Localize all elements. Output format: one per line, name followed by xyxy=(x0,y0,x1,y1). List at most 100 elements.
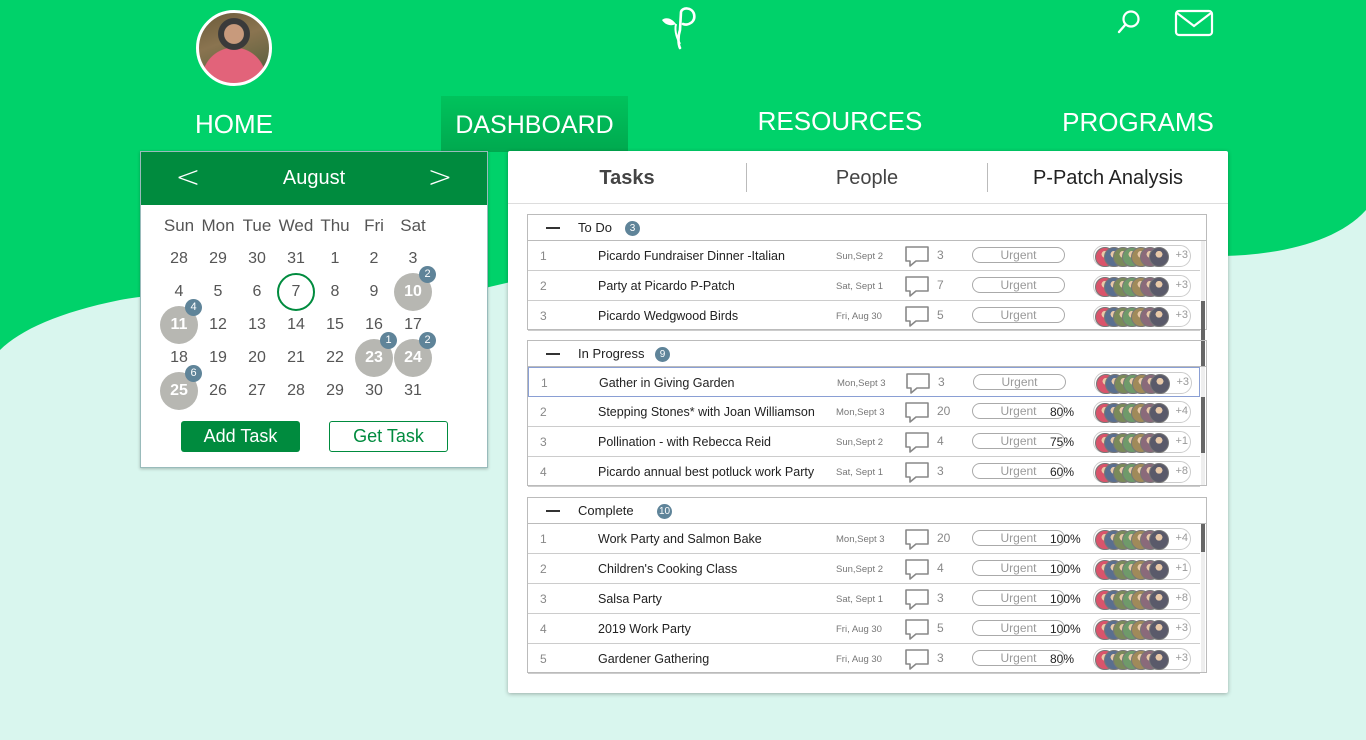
mail-icon[interactable] xyxy=(1174,9,1214,37)
comment-icon[interactable] xyxy=(905,372,931,396)
task-name[interactable]: Picardo Wedgwood Birds xyxy=(598,309,738,323)
search-icon[interactable] xyxy=(1115,8,1143,36)
calendar-day[interactable]: 26 xyxy=(199,372,237,410)
calendar-day-number: 29 xyxy=(209,250,227,267)
task-date: Sat, Sept 1 xyxy=(836,594,884,605)
sprout-p-logo[interactable] xyxy=(656,4,702,50)
task-row[interactable]: 4 2019 Work Party Fri, Aug 30 5 Urgent 100% +3 xyxy=(528,614,1200,644)
nav-home[interactable]: HOME xyxy=(170,96,298,152)
calendar-day[interactable]: 31 xyxy=(394,372,432,410)
task-name[interactable]: Picardo annual best potluck work Party xyxy=(598,465,814,479)
prev-month-button[interactable]: < xyxy=(168,158,208,198)
member-avatars[interactable]: +3 xyxy=(1093,648,1191,670)
scrollbar-thumb[interactable] xyxy=(1201,397,1205,453)
next-month-button[interactable]: > xyxy=(420,158,460,198)
weekday-label: Tue xyxy=(242,216,272,235)
tab-people[interactable]: People xyxy=(747,151,987,203)
comment-icon[interactable] xyxy=(904,558,930,582)
calendar-day-number: 22 xyxy=(326,349,344,366)
progress-percent: 100% xyxy=(1050,592,1081,606)
scrollbar-thumb[interactable] xyxy=(1201,524,1205,552)
comment-icon[interactable] xyxy=(904,528,930,552)
calendar-day-number: 13 xyxy=(248,316,266,333)
task-row[interactable]: 3 Salsa Party Sat, Sept 1 3 Urgent 100% +8 xyxy=(528,584,1200,614)
member-avatars[interactable]: +8 xyxy=(1093,588,1191,610)
task-row[interactable]: 2 Children's Cooking Class Sun,Sept 2 4 Urge… xyxy=(528,554,1200,584)
comment-icon[interactable] xyxy=(904,588,930,612)
nav-programs[interactable]: PROGRAMS xyxy=(1058,96,1218,152)
group-count-badge: 10 xyxy=(657,504,672,519)
task-name[interactable]: Party at Picardo P-Patch xyxy=(598,279,735,293)
collapse-icon[interactable] xyxy=(546,227,560,229)
urgent-tag[interactable]: Urgent xyxy=(972,277,1065,293)
task-row[interactable]: 1 Gather in Giving Garden Mon,Sept 3 3 Urgen… xyxy=(528,367,1200,397)
task-name[interactable]: Gardener Gathering xyxy=(598,652,709,666)
collapse-icon[interactable] xyxy=(546,353,560,355)
nav-resources[interactable]: RESOURCES xyxy=(750,96,930,152)
task-row[interactable]: 3 Picardo Wedgwood Birds Fri, Aug 30 5 Urgen… xyxy=(528,301,1200,331)
member-avatars[interactable]: +3 xyxy=(1093,275,1191,297)
progress-percent: 100% xyxy=(1050,532,1081,546)
comment-icon[interactable] xyxy=(904,275,930,299)
member-avatar xyxy=(1149,433,1169,453)
task-row[interactable]: 5 Gardener Gathering Fri, Aug 30 3 Urgent 80%… xyxy=(528,644,1200,674)
task-row[interactable]: 2 Stepping Stones* with Joan Williamson Mo… xyxy=(528,397,1200,427)
urgent-tag[interactable]: Urgent xyxy=(972,247,1065,263)
user-avatar[interactable] xyxy=(196,10,272,86)
comment-icon[interactable] xyxy=(904,648,930,672)
calendar-day[interactable]: 30 xyxy=(355,372,393,410)
member-avatars[interactable]: +3 xyxy=(1093,618,1191,640)
task-date: Fri, Aug 30 xyxy=(836,654,882,665)
task-date: Fri, Aug 30 xyxy=(836,311,882,322)
member-avatars[interactable]: +3 xyxy=(1094,372,1192,394)
member-avatars[interactable]: +8 xyxy=(1093,461,1191,483)
calendar-day-number: 1 xyxy=(330,250,340,267)
task-name[interactable]: 2019 Work Party xyxy=(598,622,691,636)
comment-count: 5 xyxy=(937,621,944,635)
task-row[interactable]: 4 Picardo annual best potluck work Party S… xyxy=(528,457,1200,487)
member-avatars[interactable]: +1 xyxy=(1093,558,1191,580)
task-name[interactable]: Stepping Stones* with Joan Williamson xyxy=(598,405,815,419)
comment-icon[interactable] xyxy=(904,618,930,642)
calendar-day[interactable]: 25 6 xyxy=(160,365,202,410)
member-avatars[interactable]: +3 xyxy=(1093,305,1191,327)
more-members-count: +3 xyxy=(1175,249,1188,261)
nav-dashboard[interactable]: DASHBOARD xyxy=(441,96,628,152)
member-avatars[interactable]: +4 xyxy=(1093,401,1191,423)
task-row[interactable]: 3 Pollination - with Rebecca Reid Sun,Sept… xyxy=(528,427,1200,457)
add-task-button[interactable]: Add Task xyxy=(181,421,300,452)
comment-icon[interactable] xyxy=(904,245,930,269)
task-name[interactable]: Picardo Fundraiser Dinner -Italian xyxy=(598,249,785,263)
task-row[interactable]: 2 Party at Picardo P-Patch Sat, Sept 1 7 Urg… xyxy=(528,271,1200,301)
urgent-tag[interactable]: Urgent xyxy=(972,307,1065,323)
task-name[interactable]: Work Party and Salmon Bake xyxy=(598,532,762,546)
calendar-day[interactable]: 27 xyxy=(238,372,276,410)
task-name[interactable]: Children's Cooking Class xyxy=(598,562,737,576)
comment-icon[interactable] xyxy=(904,401,930,425)
collapse-icon[interactable] xyxy=(546,510,560,512)
task-name[interactable]: Salsa Party xyxy=(598,592,662,606)
comment-icon[interactable] xyxy=(904,431,930,455)
comment-count: 3 xyxy=(937,651,944,665)
task-row[interactable]: 1 Picardo Fundraiser Dinner -Italian Sun,S… xyxy=(528,241,1200,271)
comment-count: 3 xyxy=(938,375,945,389)
group-header: In Progress 9 xyxy=(528,341,1206,367)
calendar-day-number: 14 xyxy=(287,316,305,333)
member-avatars[interactable]: +3 xyxy=(1093,245,1191,267)
calendar-day[interactable]: 28 xyxy=(277,372,315,410)
member-avatars[interactable]: +1 xyxy=(1093,431,1191,453)
member-avatars[interactable]: +4 xyxy=(1093,528,1191,550)
comment-icon[interactable] xyxy=(904,461,930,485)
task-row[interactable]: 1 Work Party and Salmon Bake Mon,Sept 3 20 U… xyxy=(528,524,1200,554)
task-name[interactable]: Pollination - with Rebecca Reid xyxy=(598,435,771,449)
calendar-day[interactable]: 29 xyxy=(316,372,354,410)
tab-tasks[interactable]: Tasks xyxy=(508,151,746,203)
comment-icon[interactable] xyxy=(904,305,930,329)
get-task-button[interactable]: Get Task xyxy=(329,421,448,452)
tab-p-patch-analysis[interactable]: P-Patch Analysis xyxy=(988,151,1228,203)
comment-count: 5 xyxy=(937,308,944,322)
task-name[interactable]: Gather in Giving Garden xyxy=(599,376,735,390)
comment-count: 20 xyxy=(937,404,951,418)
urgent-tag[interactable]: Urgent xyxy=(973,374,1066,390)
progress-percent: 60% xyxy=(1050,465,1075,479)
